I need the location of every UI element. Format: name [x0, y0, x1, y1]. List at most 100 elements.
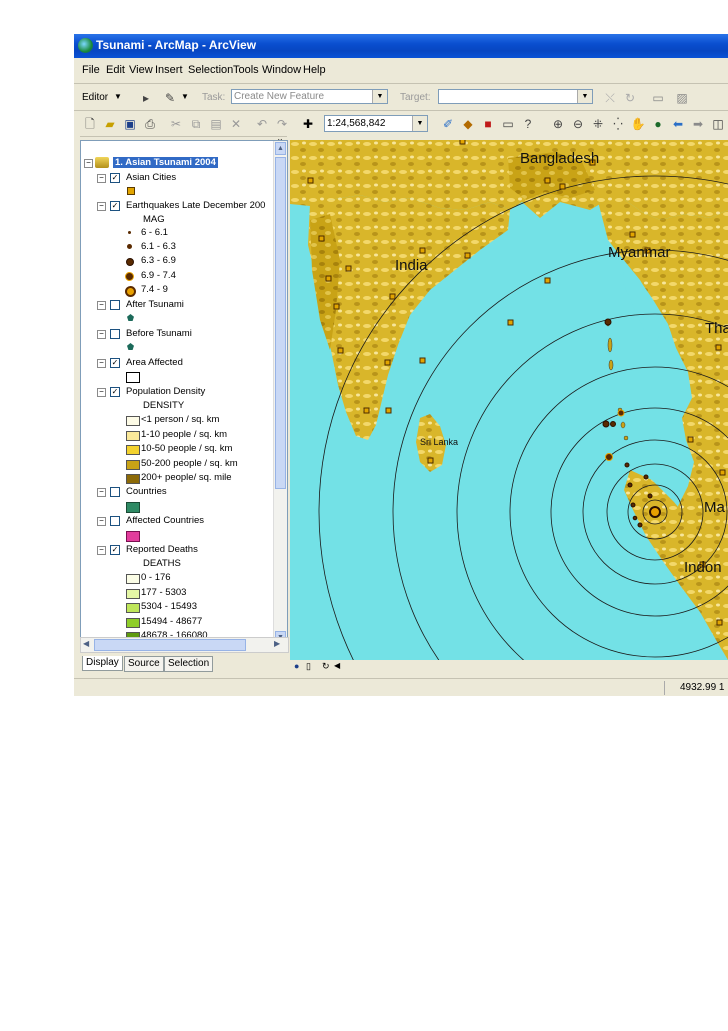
pan-hand-icon[interactable]: ✋: [630, 116, 646, 132]
legend-swatch: [126, 474, 140, 484]
back-arrow-icon[interactable]: ⬅: [670, 116, 686, 132]
quake-symbol: [127, 244, 132, 249]
collapse-icon[interactable]: −: [97, 202, 106, 211]
tab-source[interactable]: Source: [124, 656, 164, 672]
zoom-out-icon[interactable]: ⊖: [570, 116, 586, 132]
layer-checkbox[interactable]: [110, 329, 120, 339]
tab-selection[interactable]: Selection: [164, 656, 214, 672]
scroll-right-icon[interactable]: ▶: [274, 639, 280, 648]
open-folder-icon[interactable]: ▰: [102, 116, 118, 132]
layer-asian-cities[interactable]: Asian Cities: [126, 172, 176, 183]
scroll-thumb[interactable]: [275, 157, 286, 489]
menu-file[interactable]: File: [82, 64, 100, 76]
zoom-in-icon[interactable]: ⊕: [550, 116, 566, 132]
layer-area-affected[interactable]: Area Affected: [126, 357, 183, 368]
fixed-zoom-out-icon[interactable]: ⁛: [610, 116, 626, 132]
layer-earthquakes[interactable]: Earthquakes Late December 200: [126, 200, 265, 211]
legend-class: 6.9 - 7.4: [141, 270, 176, 281]
print-icon[interactable]: ⎙: [142, 116, 158, 132]
collapse-icon[interactable]: −: [97, 488, 106, 497]
full-extent-globe-icon[interactable]: ●: [650, 116, 666, 132]
layout-view-icon[interactable]: ▯: [306, 661, 311, 672]
collapse-icon[interactable]: −: [97, 301, 106, 310]
map-display[interactable]: Bangladesh India Myanmar Tha Sri Lanka M…: [290, 140, 728, 660]
split-tool-icon[interactable]: ⤬: [602, 90, 618, 106]
legend-swatch: [126, 430, 140, 441]
layer-affected-countries[interactable]: Affected Countries: [126, 515, 204, 526]
menu-tools[interactable]: Tools: [233, 64, 259, 76]
menu-selection[interactable]: Selection: [188, 64, 233, 76]
scroll-thumb[interactable]: [94, 639, 246, 651]
add-data-icon[interactable]: ✚: [300, 116, 316, 132]
layer-checkbox[interactable]: ✓: [110, 201, 120, 211]
forward-arrow-icon[interactable]: ➡: [690, 116, 706, 132]
task-dropdown[interactable]: Create New Feature ▼: [231, 89, 388, 104]
layer-checkbox[interactable]: ✓: [110, 173, 120, 183]
fixed-zoom-in-icon[interactable]: ⁜: [590, 116, 606, 132]
layer-population-density[interactable]: Population Density: [126, 386, 205, 397]
sketch-tool-icon[interactable]: ✎: [162, 90, 178, 106]
new-document-icon[interactable]: 🗋: [82, 116, 98, 132]
redo-icon[interactable]: ↷: [274, 116, 290, 132]
menu-insert[interactable]: Insert: [155, 64, 183, 76]
rotate-tool-icon[interactable]: ↻: [622, 90, 638, 106]
tab-display[interactable]: Display: [82, 656, 123, 671]
dropdown-arrow-icon: ▼: [412, 116, 427, 131]
legend-swatch: [126, 445, 140, 455]
menu-window[interactable]: Window: [262, 64, 301, 76]
refresh-icon[interactable]: ↻: [322, 661, 330, 672]
collapse-icon[interactable]: −: [97, 546, 106, 555]
menu-help[interactable]: Help: [303, 64, 326, 76]
chevron-down-icon[interactable]: ▼: [181, 92, 189, 101]
toc-horizontal-scrollbar[interactable]: ◀ ▶: [80, 637, 289, 653]
data-frame-name[interactable]: 1. Asian Tsunami 2004: [113, 157, 218, 168]
collapse-icon[interactable]: −: [97, 174, 106, 183]
legend-swatch: [126, 416, 140, 426]
collapse-icon[interactable]: −: [97, 517, 106, 526]
whats-this-icon[interactable]: ?: [520, 116, 536, 132]
layer-after-tsunami[interactable]: After Tsunami: [126, 299, 184, 310]
editor-toolbar-icon[interactable]: ✐: [440, 116, 456, 132]
legend-field-deaths: DEATHS: [143, 558, 181, 569]
cut-icon[interactable]: ✂: [168, 116, 184, 132]
scroll-left-icon[interactable]: ◀: [334, 661, 340, 670]
chevron-down-icon[interactable]: ▼: [114, 92, 122, 101]
layer-before-tsunami[interactable]: Before Tsunami: [126, 328, 192, 339]
menu-edit[interactable]: Edit: [106, 64, 125, 76]
copy-icon[interactable]: ⧉: [188, 116, 204, 132]
layer-checkbox[interactable]: ✓: [110, 387, 120, 397]
command-line-icon[interactable]: ▭: [500, 116, 516, 132]
layer-checkbox[interactable]: ✓: [110, 358, 120, 368]
collapse-icon[interactable]: −: [84, 159, 93, 168]
collapse-icon[interactable]: −: [97, 388, 106, 397]
scroll-left-icon[interactable]: ◀: [83, 639, 89, 648]
collapse-icon[interactable]: −: [97, 359, 106, 368]
arctoolbox-icon[interactable]: ■: [480, 116, 496, 132]
paste-icon[interactable]: ▤: [208, 116, 224, 132]
layer-checkbox[interactable]: [110, 300, 120, 310]
edit-tool-icon[interactable]: ▸: [138, 90, 154, 106]
menu-view[interactable]: View: [129, 64, 153, 76]
map-scale-dropdown[interactable]: 1:24,568,842 ▼: [324, 115, 428, 132]
data-view-icon[interactable]: ●: [294, 661, 299, 671]
scroll-up-icon[interactable]: ▲: [275, 142, 286, 155]
delete-icon[interactable]: ✕: [228, 116, 244, 132]
layer-countries[interactable]: Countries: [126, 486, 167, 497]
save-icon[interactable]: ▣: [122, 116, 138, 132]
arccatalog-icon[interactable]: ◆: [460, 116, 476, 132]
toc-vertical-scrollbar[interactable]: ▲ ▼: [273, 141, 287, 646]
collapse-icon[interactable]: −: [97, 330, 106, 339]
sketch-properties-icon[interactable]: ▨: [674, 90, 690, 106]
layer-checkbox[interactable]: [110, 487, 120, 497]
task-label: Task:: [202, 92, 226, 103]
target-dropdown[interactable]: ▼: [438, 89, 593, 104]
undo-icon[interactable]: ↶: [254, 116, 270, 132]
title-bar[interactable]: Tsunami - ArcMap - ArcView: [74, 34, 728, 58]
select-features-icon[interactable]: ◫: [710, 116, 726, 132]
layer-checkbox[interactable]: ✓: [110, 545, 120, 555]
layer-checkbox[interactable]: [110, 516, 120, 526]
layer-reported-deaths[interactable]: Reported Deaths: [126, 544, 198, 555]
affected-fill-symbol: [126, 531, 140, 542]
editor-menu-button[interactable]: Editor: [82, 92, 108, 103]
attributes-icon[interactable]: ▭: [650, 90, 666, 106]
